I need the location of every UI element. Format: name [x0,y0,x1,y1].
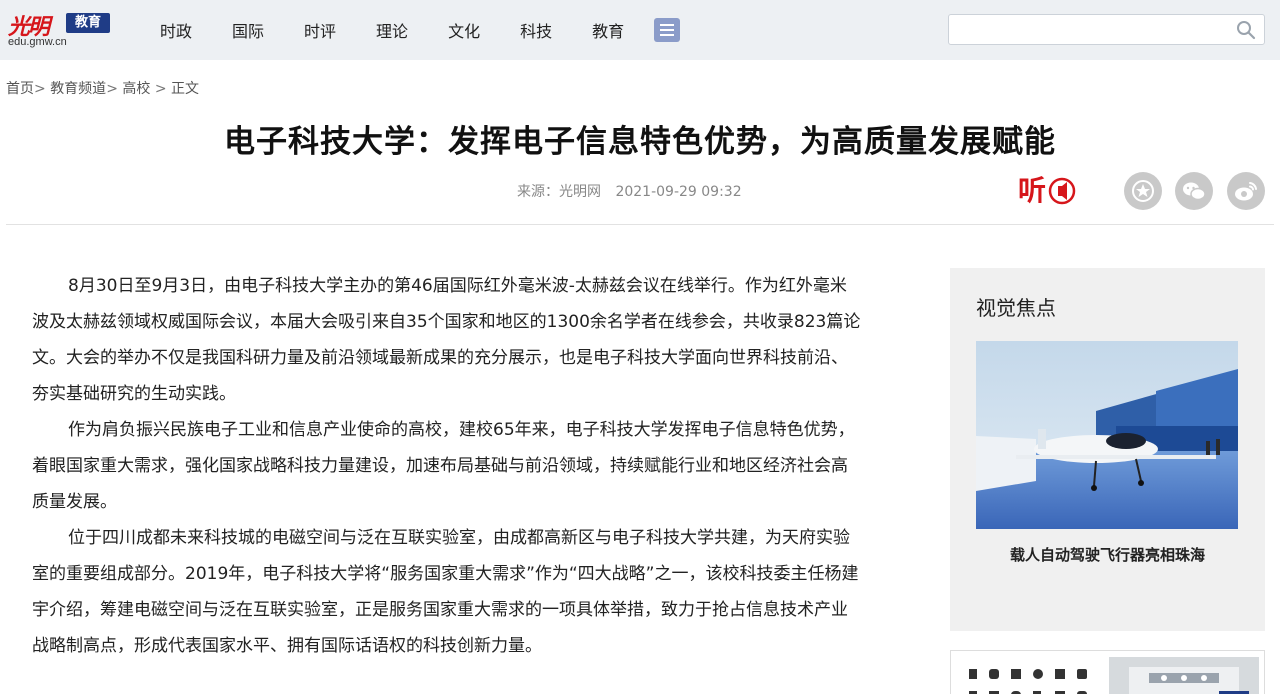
nav-item-theory[interactable]: 理论 [376,18,408,42]
article-paragraph: 8月30日至9月3日，由电子科技大学主办的第46届国际红外毫米波-太赫兹会议在线… [32,276,861,404]
weibo-icon [1235,182,1257,201]
logo-url: edu.gmw.cn [8,36,67,48]
breadcrumb: 首页> 教育频道> 高校 > 正文 [6,78,199,98]
nav-item-education[interactable]: 教育 [592,18,624,42]
secondary-thumbnail[interactable] [1109,657,1259,694]
breadcrumb-university[interactable]: 高校 [122,81,150,97]
breadcrumb-home[interactable]: 首页 [6,81,34,97]
breadcrumb-separator: > [106,81,118,97]
article-title: 电子科技大学：发挥电子信息特色优势，为高质量发展赋能 [224,124,1056,160]
favorite-button[interactable] [1124,172,1162,210]
nav-item-politics[interactable]: 时政 [160,18,192,42]
wechat-share-button[interactable] [1175,172,1213,210]
listen-icon[interactable]: 听 [1018,170,1076,210]
article-paragraph: 作为肩负振兴民族电子工业和信息产业使命的高校，建校65年来，电子科技大学发挥电子… [32,420,855,512]
logo-badge: 教育 [66,13,110,33]
featured-image[interactable] [976,341,1238,529]
menu-icon[interactable] [654,18,681,42]
top-navigation-bar: 光明 教育 edu.gmw.cn 时政 国际 时评 理论 文化 科技 教育 [0,0,1280,60]
article-paragraph: 位于四川成都未来科技城的电磁空间与泛在互联实验室，由成都高新区与电子科技大学共建… [32,528,859,656]
main-nav: 时政 国际 时评 理论 文化 科技 教育 [160,0,681,60]
breadcrumb-separator: > [154,81,167,97]
nav-item-tech[interactable]: 科技 [520,18,552,42]
weibo-share-button[interactable] [1227,172,1265,210]
search-icon[interactable] [1236,20,1256,40]
star-icon [1132,180,1154,202]
secondary-panel [950,650,1265,694]
wechat-icon [1183,182,1206,201]
aircraft-photo [976,341,1238,529]
icon-grid[interactable] [959,657,1099,694]
breadcrumb-current[interactable]: 正文 [171,81,199,97]
search-box [948,14,1265,45]
app-icons [969,669,1087,694]
breadcrumb-education-channel[interactable]: 教育频道 [50,81,106,97]
listen-label: 听 [1018,174,1046,207]
article-body: 8月30日至9月3日，由电子科技大学主办的第46届国际红外毫米波-太赫兹会议在线… [32,268,862,664]
visual-focus-panel: 视觉焦点 载人自动驾驶飞行器亮相珠海 [950,268,1265,631]
nav-item-international[interactable]: 国际 [232,18,264,42]
featured-caption[interactable]: 载人自动驾驶飞行器亮相珠海 [950,544,1265,565]
header-divider [6,224,1274,225]
nav-item-commentary[interactable]: 时评 [304,18,336,42]
sidebar-title: 视觉焦点 [976,296,1056,320]
search-input[interactable] [949,15,1229,44]
article-datetime: 2021-09-29 09:32 [615,184,742,200]
article-source: 来源：光明网 [517,184,601,200]
article-meta: 来源：光明网 2021-09-29 09:32 [517,181,742,201]
breadcrumb-separator: > [34,81,46,97]
nav-item-culture[interactable]: 文化 [448,18,480,42]
lab-photo [1109,657,1259,694]
site-logo[interactable]: 光明 教育 edu.gmw.cn [8,9,112,53]
